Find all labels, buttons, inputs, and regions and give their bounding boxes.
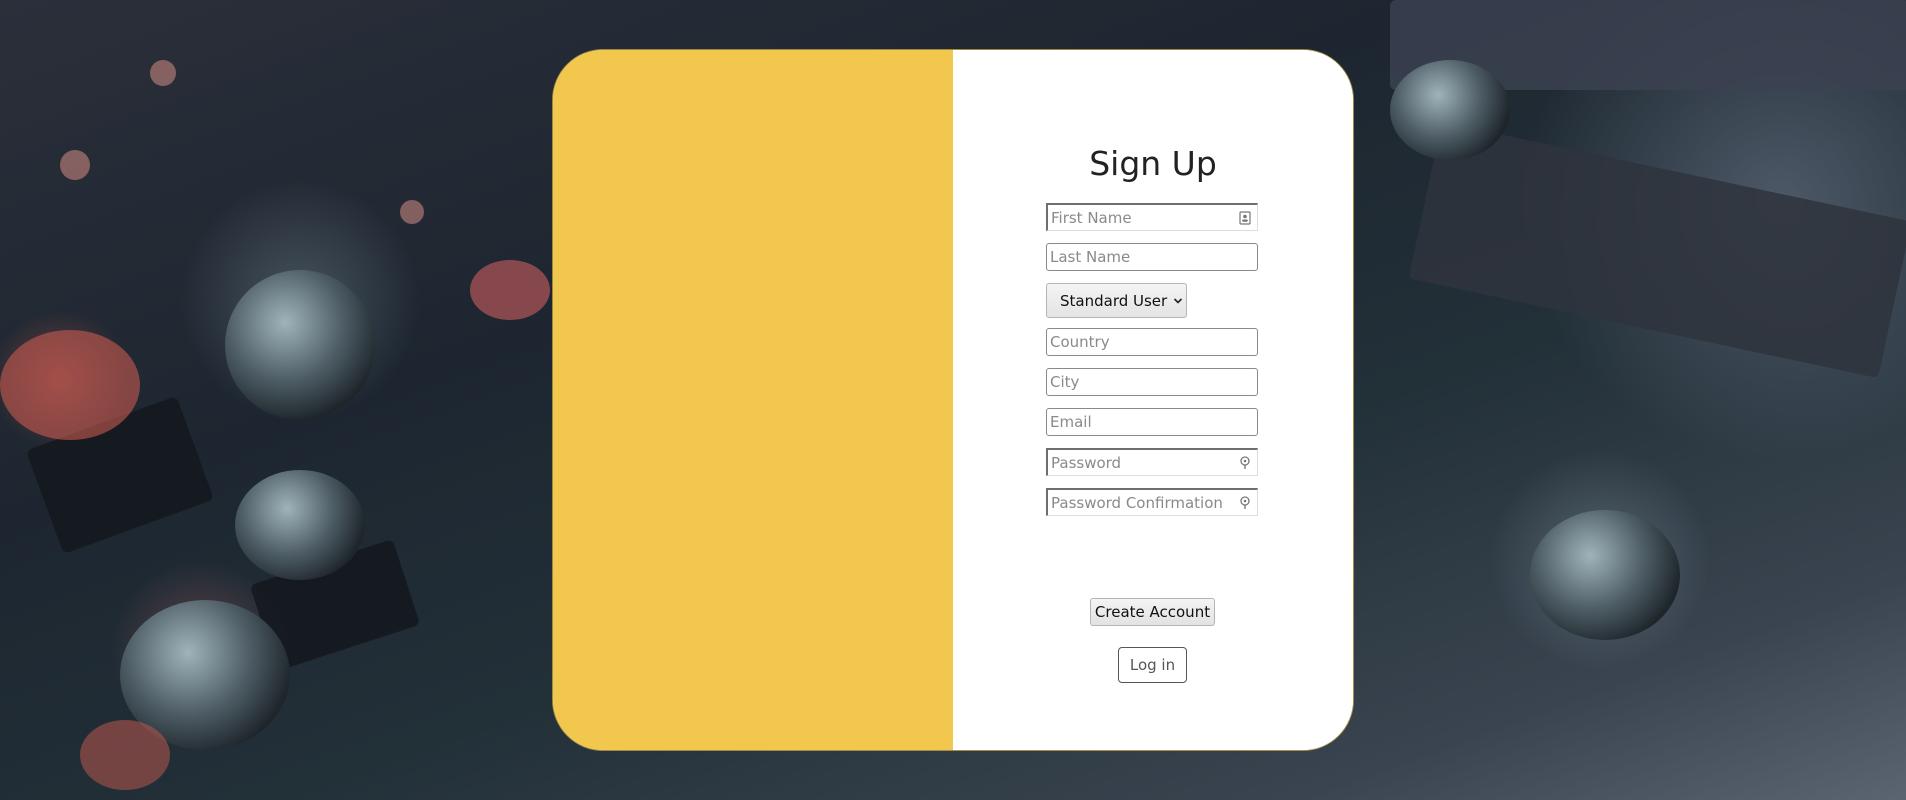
password-field[interactable] (1046, 448, 1258, 476)
decorative-part (400, 200, 424, 224)
first-name-field[interactable] (1046, 203, 1258, 231)
user-type-selected: Standard User (1060, 291, 1168, 310)
country-field[interactable] (1046, 328, 1258, 356)
decorative-capacitor (235, 470, 365, 580)
email-field[interactable] (1046, 408, 1258, 436)
key-icon (1240, 496, 1250, 509)
decorative-part (0, 330, 140, 440)
email-input[interactable] (1047, 409, 1257, 435)
password-confirmation-input[interactable] (1048, 490, 1257, 515)
create-account-button[interactable]: Create Account (1090, 598, 1215, 626)
user-type-dropdown[interactable]: Standard User (1046, 283, 1187, 318)
login-button[interactable]: Log in (1118, 647, 1187, 683)
decorative-capacitor (225, 270, 375, 420)
decorative-capacitor (1530, 510, 1680, 640)
chevron-down-icon (1174, 297, 1183, 304)
signup-form: Sign Up Standard User (953, 50, 1353, 750)
contact-card-icon (1239, 211, 1251, 225)
last-name-field[interactable] (1046, 243, 1258, 271)
decorative-chip (1408, 121, 1906, 379)
decorative-part (470, 260, 550, 320)
decorative-part (60, 150, 90, 180)
password-confirmation-field[interactable] (1046, 488, 1258, 516)
city-input[interactable] (1047, 369, 1257, 395)
page-title: Sign Up (1089, 144, 1217, 183)
key-icon (1240, 456, 1250, 469)
signup-card: Sign Up Standard User (553, 50, 1353, 750)
country-input[interactable] (1047, 329, 1257, 355)
first-name-input[interactable] (1048, 205, 1257, 230)
last-name-input[interactable] (1047, 244, 1257, 270)
decorative-capacitor (1390, 60, 1510, 160)
password-input[interactable] (1048, 450, 1257, 475)
city-field[interactable] (1046, 368, 1258, 396)
accent-panel (553, 50, 953, 750)
decorative-part (150, 60, 176, 86)
decorative-part (80, 720, 170, 790)
